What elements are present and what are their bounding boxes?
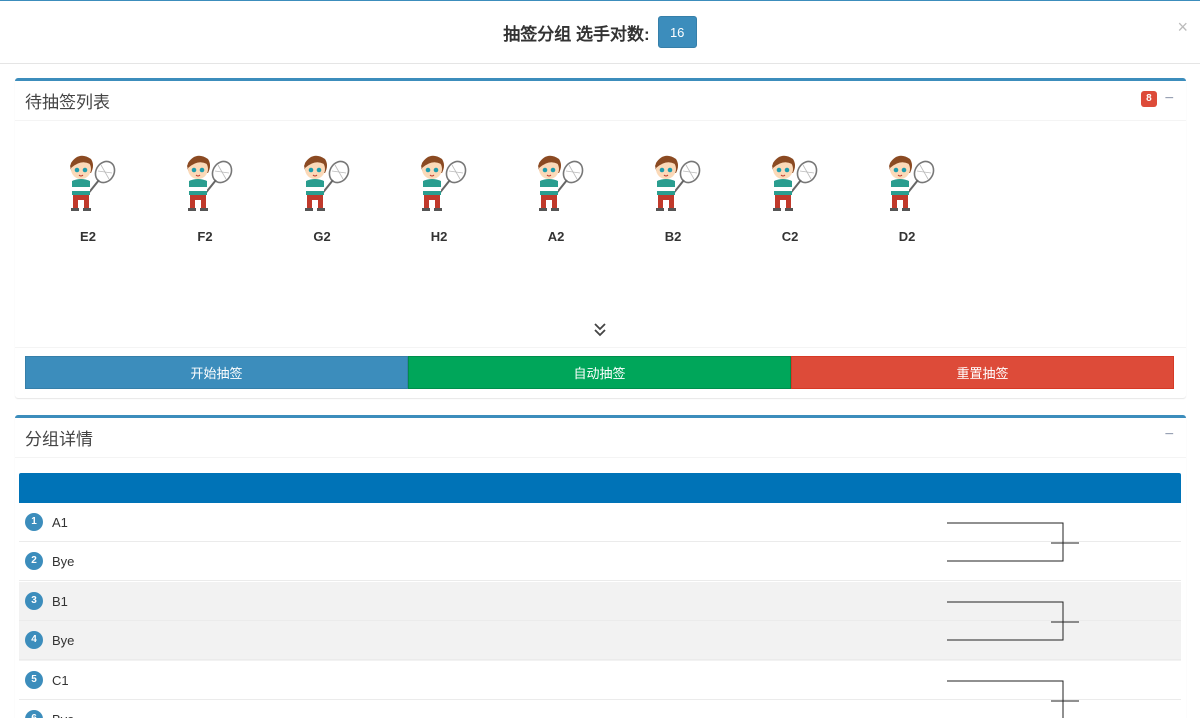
player-name: G2 <box>313 229 331 244</box>
double-chevron-down-icon[interactable] <box>591 321 609 339</box>
seed-number-badge: 4 <box>25 631 43 649</box>
bracket-match: 5 C1 6 Bye <box>19 661 1181 718</box>
start-draw-button[interactable]: 开始抽签 <box>25 356 408 389</box>
bracket-connector-lines <box>947 601 1079 641</box>
seed-number-badge: 6 <box>25 710 43 718</box>
modal-title-text: 抽签分组 选手对数: <box>503 24 650 44</box>
bracket-match: 1 A1 2 Bye <box>19 503 1181 582</box>
badminton-player-icon <box>70 155 116 211</box>
bracket-connector-lines <box>947 680 1079 718</box>
collapse-minus-icon[interactable]: − <box>1165 91 1174 107</box>
seed-number-badge: 2 <box>25 552 43 570</box>
pending-box-tools: 8 − <box>1141 91 1174 107</box>
pair-count-badge[interactable]: 16 <box>657 16 697 48</box>
player-card[interactable]: E2 <box>48 149 128 244</box>
slot-player-name: Bye <box>52 553 75 569</box>
bracket-match: 3 B1 4 Bye <box>19 582 1181 661</box>
player-card[interactable]: G2 <box>282 149 362 244</box>
slot-player-name: Bye <box>52 632 75 648</box>
divider <box>15 347 1186 348</box>
player-card[interactable]: C2 <box>750 149 830 244</box>
badminton-player-icon <box>304 155 350 211</box>
badminton-player-icon <box>772 155 818 211</box>
auto-draw-button[interactable]: 自动抽签 <box>408 356 791 389</box>
player-name: H2 <box>430 229 448 244</box>
seed-number-badge: 1 <box>25 513 43 531</box>
pending-draw-box: 待抽签列表 8 − E2 F2 G2 H2 A2 B2 C2 D2 开始抽签 自动抽签 重置抽… <box>15 78 1186 398</box>
collapse-minus-icon[interactable]: − <box>1165 427 1174 443</box>
badminton-player-icon <box>421 155 467 211</box>
group-box-header: 分组详情 − <box>15 418 1186 458</box>
player-card[interactable]: B2 <box>633 149 713 244</box>
bracket: 1 A1 2 Bye 3 B1 4 Bye 5 C1 6 Bye <box>19 473 1181 718</box>
modal-title: 抽签分组 选手对数: 16 <box>503 16 697 48</box>
player-name: C2 <box>781 229 799 244</box>
player-list: E2 F2 G2 H2 A2 B2 C2 D2 <box>15 125 1186 325</box>
player-card[interactable]: D2 <box>867 149 947 244</box>
draw-button-row: 开始抽签 自动抽签 重置抽签 <box>25 356 1174 389</box>
bracket-connector-lines <box>947 522 1079 562</box>
slot-player-name: A1 <box>52 514 68 530</box>
player-card[interactable]: A2 <box>516 149 596 244</box>
pending-box-header: 待抽签列表 8 − <box>15 81 1186 121</box>
seed-number-badge: 3 <box>25 592 43 610</box>
reset-draw-button[interactable]: 重置抽签 <box>791 356 1174 389</box>
pending-box-title: 待抽签列表 <box>25 93 110 112</box>
slot-player-name: B1 <box>52 593 68 609</box>
player-name: B2 <box>664 229 682 244</box>
player-name: A2 <box>547 229 565 244</box>
badminton-player-icon <box>187 155 233 211</box>
slot-player-name: Bye <box>52 712 74 718</box>
group-box-tools: − <box>1165 427 1174 443</box>
badminton-player-icon <box>889 155 935 211</box>
group-details-box: 分组详情 − 1 A1 2 Bye 3 B1 4 Bye 5 C1 6 Bye <box>15 415 1186 718</box>
slot-player-name: C1 <box>52 672 69 688</box>
badminton-player-icon <box>655 155 701 211</box>
player-name: E2 <box>80 229 96 244</box>
player-name: F2 <box>197 229 213 244</box>
group-box-title: 分组详情 <box>25 430 93 449</box>
player-name: D2 <box>898 229 916 244</box>
close-icon[interactable]: × <box>1177 17 1188 38</box>
modal-header: 抽签分组 选手对数: 16 × <box>0 0 1200 64</box>
seed-number-badge: 5 <box>25 671 43 689</box>
pending-count-badge: 8 <box>1141 91 1157 107</box>
badminton-player-icon <box>538 155 584 211</box>
player-card[interactable]: H2 <box>399 149 479 244</box>
bracket-header <box>19 473 1181 503</box>
player-card[interactable]: F2 <box>165 149 245 244</box>
